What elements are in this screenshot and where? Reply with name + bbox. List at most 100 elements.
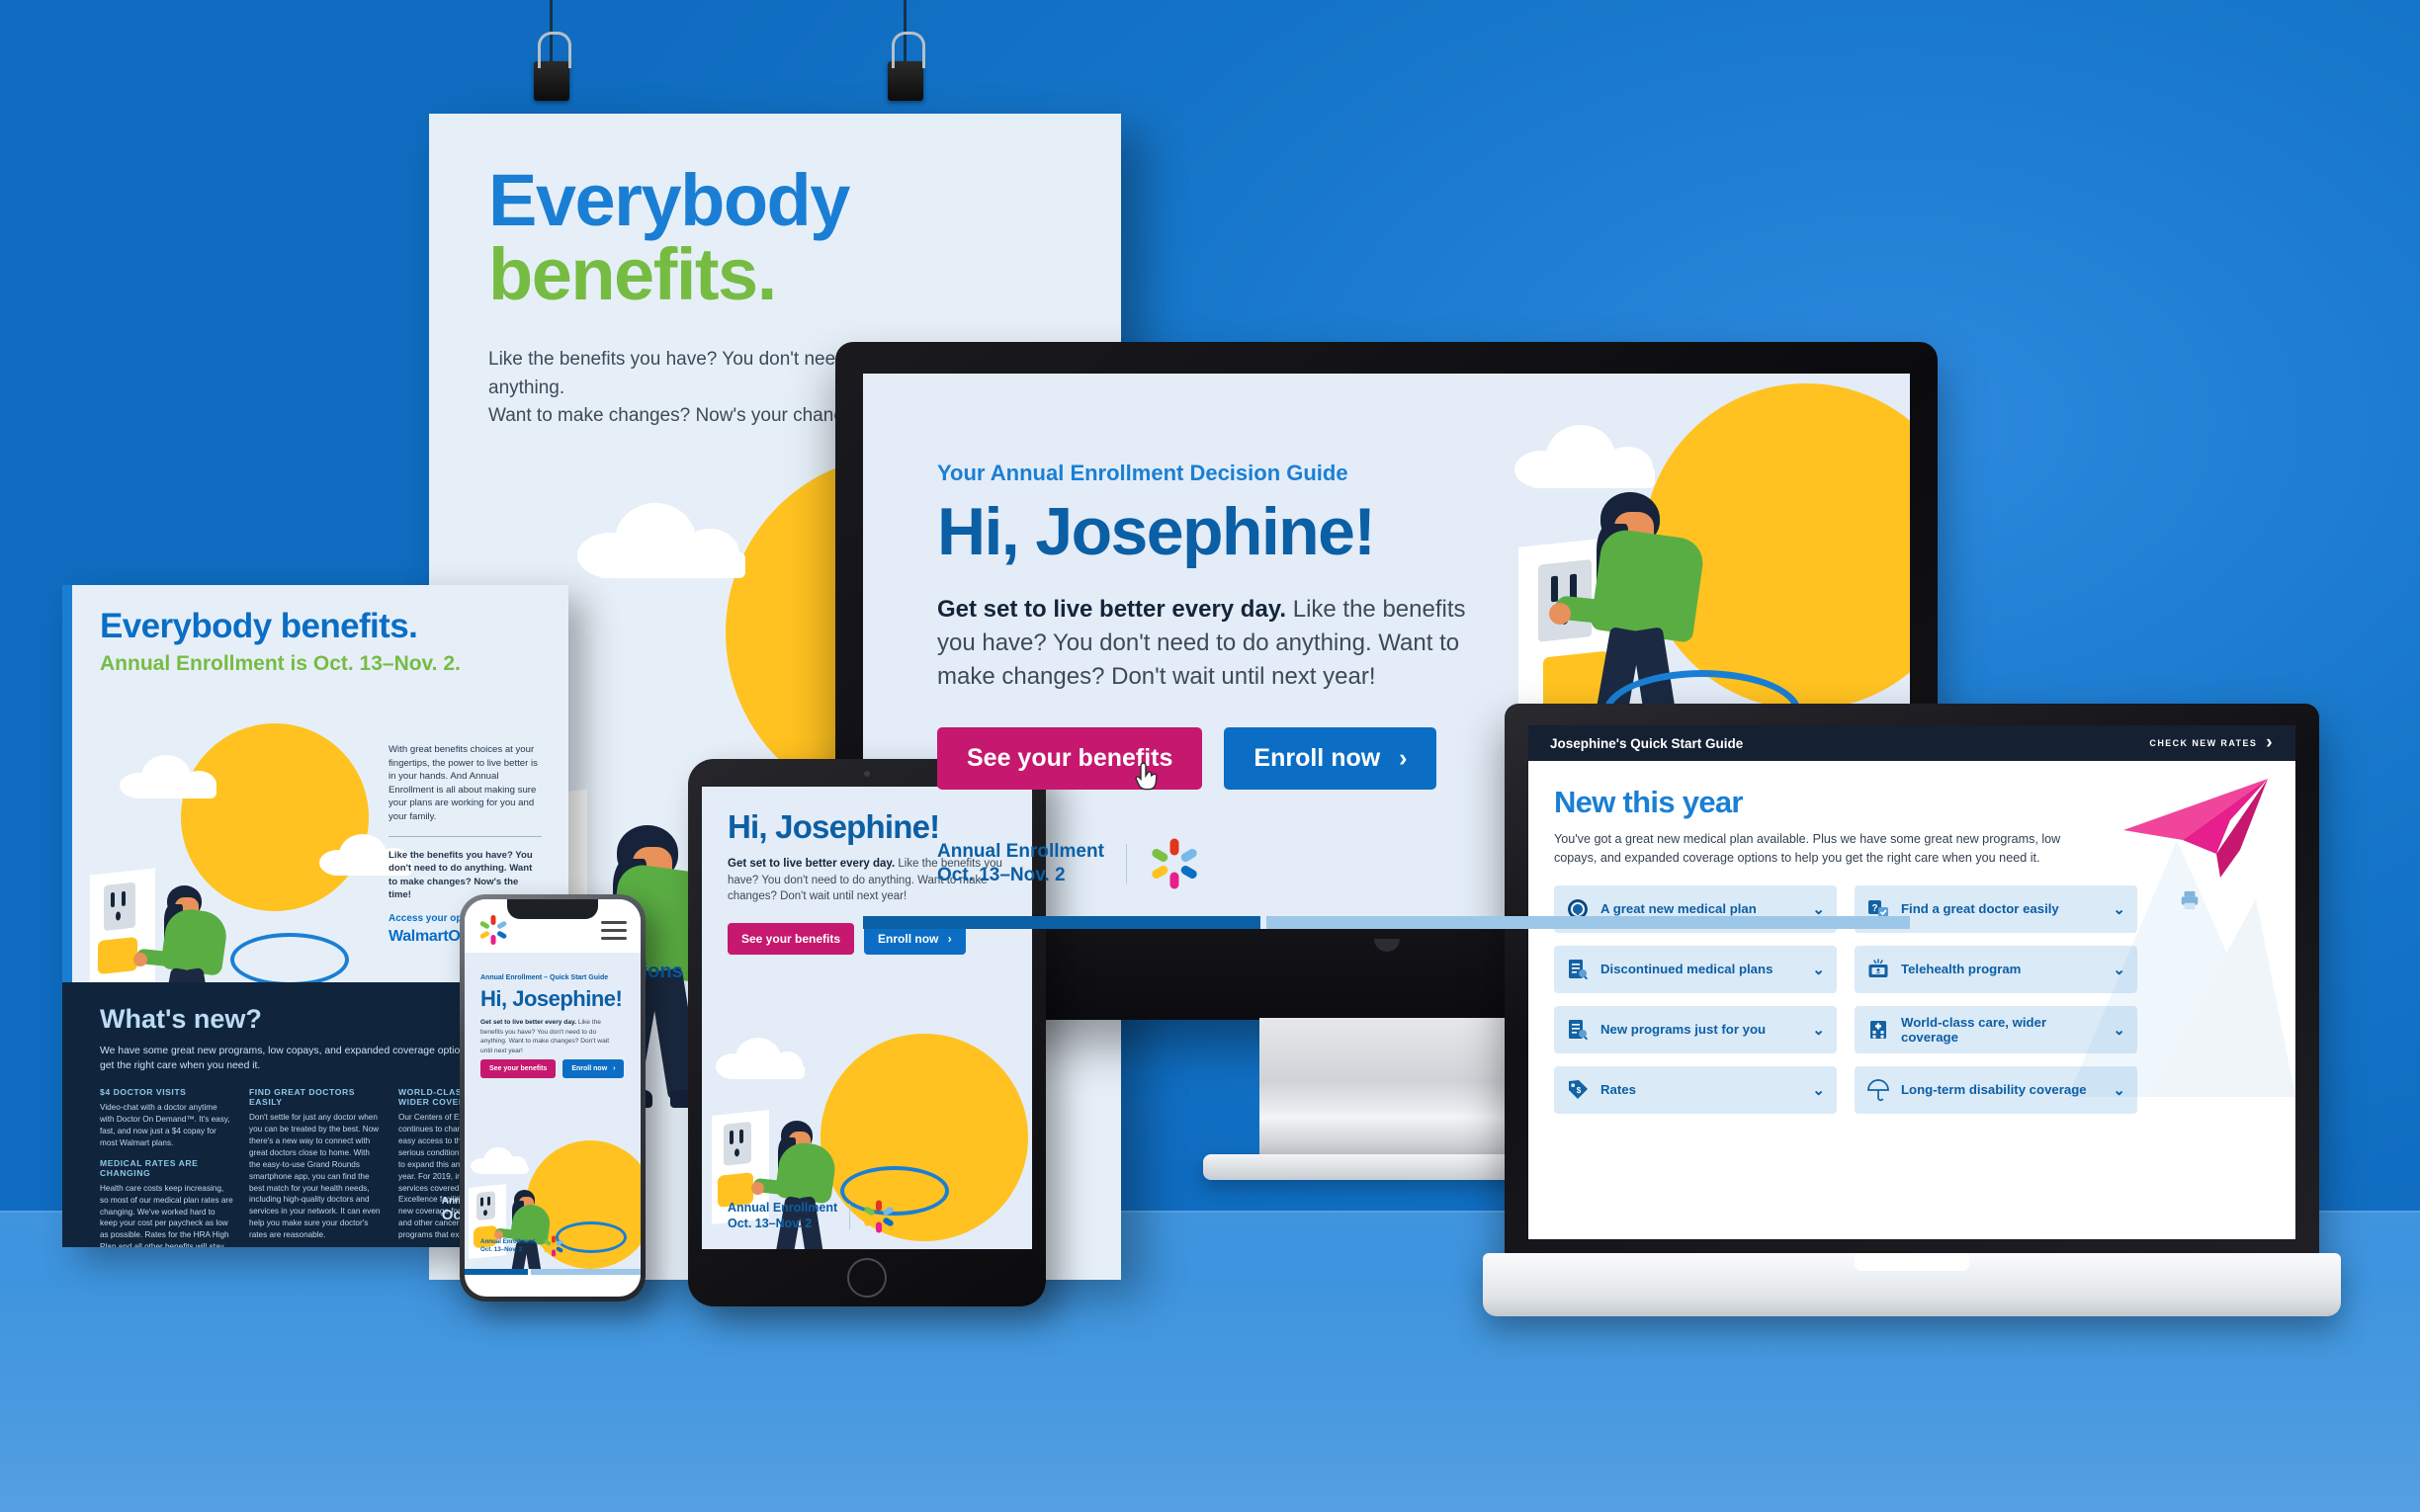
cloud-illustration-1 [577,499,755,578]
monitor-stand [1259,1018,1512,1160]
walmart-spark-logo-icon [1149,838,1200,889]
progress-bar-remaining [1266,916,1910,929]
whats-new-col-text: Don't settle for just any doctor when yo… [249,1113,381,1240]
whats-new-col-heading: FIND GREAT DOCTORS EASILY [249,1087,355,1108]
phone-ae-line2: Oct. 13–Nov. 2 [480,1246,523,1253]
laptop-page: New this year You've got a great new med… [1528,761,2295,1114]
accordion-item-rates[interactable]: $ Rates ⌄ [1554,1065,1837,1114]
phone-cloud-illustration [471,1146,532,1174]
tablet-ae-text: Annual Enrollment Oct. 13–Nov. 2 [728,1201,837,1231]
laptop-topbar: Josephine's Quick Start Guide CHECK NEW … [1528,725,2295,761]
enroll-now-button[interactable]: Enroll now › [1224,727,1437,791]
poster-title-line2: benefits. [488,233,777,316]
binder-clip-left [534,32,571,101]
phone-enroll-now-label: Enroll now [571,1065,608,1072]
laptop-screen: Josephine's Quick Start Guide CHECK NEW … [1528,725,2295,1239]
accordion-item-discontinued-medical-plans[interactable]: Discontinued medical plans ⌄ [1554,945,1837,993]
document-search-icon [1566,1018,1590,1042]
accordion-label: Rates [1600,1082,1636,1098]
monitor-ae-text: Annual Enrollment Oct. 13–Nov. 2 [937,840,1104,887]
enroll-now-label: Enroll now [1253,744,1381,773]
chevron-right-icon: › [1399,744,1408,773]
phone-see-your-benefits-button[interactable]: See your benefits [480,1059,557,1078]
phone-notch [507,899,598,919]
tablet-camera-icon [864,771,870,777]
tablet-ae-divider [849,1204,851,1229]
phone-progress-remaining [531,1269,641,1275]
chevron-right-icon: › [947,932,952,946]
laptop-intro: You've got a great new medical plan avai… [1554,832,2061,865]
chevron-down-icon: ⌄ [1812,1081,1825,1099]
monitor-ae-divider [1125,844,1127,883]
monitor-ae-line2: Oct. 13–Nov. 2 [937,865,1066,885]
chevron-right-icon: › [2266,732,2274,753]
monitor-annual-enrollment-block: Annual Enrollment Oct. 13–Nov. 2 [937,838,1200,889]
monitor-kicker: Your Annual Enrollment Decision Guide [937,461,1348,485]
monitor-ae-line1: Annual Enrollment [937,841,1104,863]
tablet-cloud-illustration [716,1036,811,1079]
phone-screen: Annual Enrollment – Quick Start Guide Hi… [465,899,641,1297]
phone-ae-text: Annual Enrollment Oct. 13–Nov. 2 [480,1238,535,1254]
phone-progress-filled [465,1269,529,1275]
svg-text:$: $ [1575,905,1580,915]
hamburger-menu-icon[interactable] [601,921,627,945]
tablet-ae-line1: Annual Enrollment [728,1201,838,1216]
svg-text:?: ? [1871,903,1877,914]
phone-annual-enrollment-block: Annual Enrollment Oct. 13–Nov. 2 [480,1235,564,1257]
whats-new-col-heading: $4 DOCTOR VISITS [100,1087,187,1098]
walmart-spark-logo-icon [478,915,508,945]
flyer-sun-illustration [181,723,369,911]
flyer-plug-illustration [98,936,137,975]
tablet-ae-line2: Oct. 13–Nov. 2 [728,1217,813,1230]
document-search-icon [1566,958,1590,981]
progress-bar-filled [863,916,1261,929]
whats-new-col-heading-2: MEDICAL RATES ARE CHANGING [100,1157,199,1178]
chevron-down-icon: ⌄ [1812,961,1825,978]
desktop-monitor: Your Annual Enrollment Decision Guide Hi… [835,342,1938,1020]
poster-title-line1: Everybody [488,159,850,241]
umbrella-icon [1866,1078,1890,1102]
chevron-right-icon: › [613,1065,616,1072]
walmart-spark-logo-icon [862,1200,896,1233]
paper-plane-icon [2123,779,2268,878]
phone-body: Get set to live better every day. Like t… [480,1018,611,1055]
check-new-rates-label: CHECK NEW RATES [2149,738,2258,748]
accordion-item-new-programs-just-for-you[interactable]: New programs just for you ⌄ [1554,1005,1837,1053]
tablet-headline: Hi, Josephine! [728,808,940,845]
laptop-device: Josephine's Quick Start Guide CHECK NEW … [1483,704,2341,1316]
monitor-cloud-illustration [1514,423,1663,488]
svg-text:$: $ [1577,1086,1582,1095]
flyer-cord-illustration [230,933,349,986]
flyer-cloud-illustration-1 [120,753,223,798]
monitor-headline: Hi, Josephine! [937,494,1376,569]
tablet-enroll-now-label: Enroll now [878,932,939,946]
phone-headline: Hi, Josephine! [480,986,623,1011]
hospital-icon [1866,1018,1890,1042]
phone-cord-illustration [556,1221,627,1253]
telehealth-icon [1866,958,1890,981]
tablet-body-bold: Get set to live better every day. [728,858,896,870]
monitor-body-bold: Get set to live better every day. [937,596,1287,623]
laptop-trackpad-notch [1855,1253,1969,1271]
monitor-button-row: See your benefits Enroll now › [937,727,1491,791]
phone-enroll-now-button[interactable]: Enroll now › [562,1059,625,1078]
accordion-label: A great new medical plan [1600,901,1757,917]
poster-title: Everybody benefits. [488,159,850,316]
chevron-down-icon: ⌄ [1812,1021,1825,1039]
laptop-base [1483,1253,2341,1316]
walmart-spark-logo-icon [543,1235,564,1257]
flyer-title: Everybody benefits. [100,607,418,645]
binder-clip-right [888,32,925,101]
print-icon[interactable] [2179,889,2201,911]
price-tag-icon: $ [1566,1078,1590,1102]
tablet-home-button[interactable] [847,1258,887,1298]
whats-new-col-text-2: Health care costs keep increasing, so mo… [100,1183,233,1247]
check-new-rates-link[interactable]: CHECK NEW RATES › [2149,732,2274,754]
whats-new-column: FIND GREAT DOCTORS EASILY Don't settle f… [249,1087,383,1247]
flyer-rule [389,835,542,837]
tablet-see-your-benefits-button[interactable]: See your benefits [728,923,855,955]
monitor-hero-content: Your Annual Enrollment Decision Guide Hi… [937,461,1491,791]
monitor-logo-notch [1373,939,1400,952]
mouse-cursor-pointer-icon [1135,762,1158,791]
flyer-subtitle: Annual Enrollment is Oct. 13–Nov. 2. [100,652,461,675]
